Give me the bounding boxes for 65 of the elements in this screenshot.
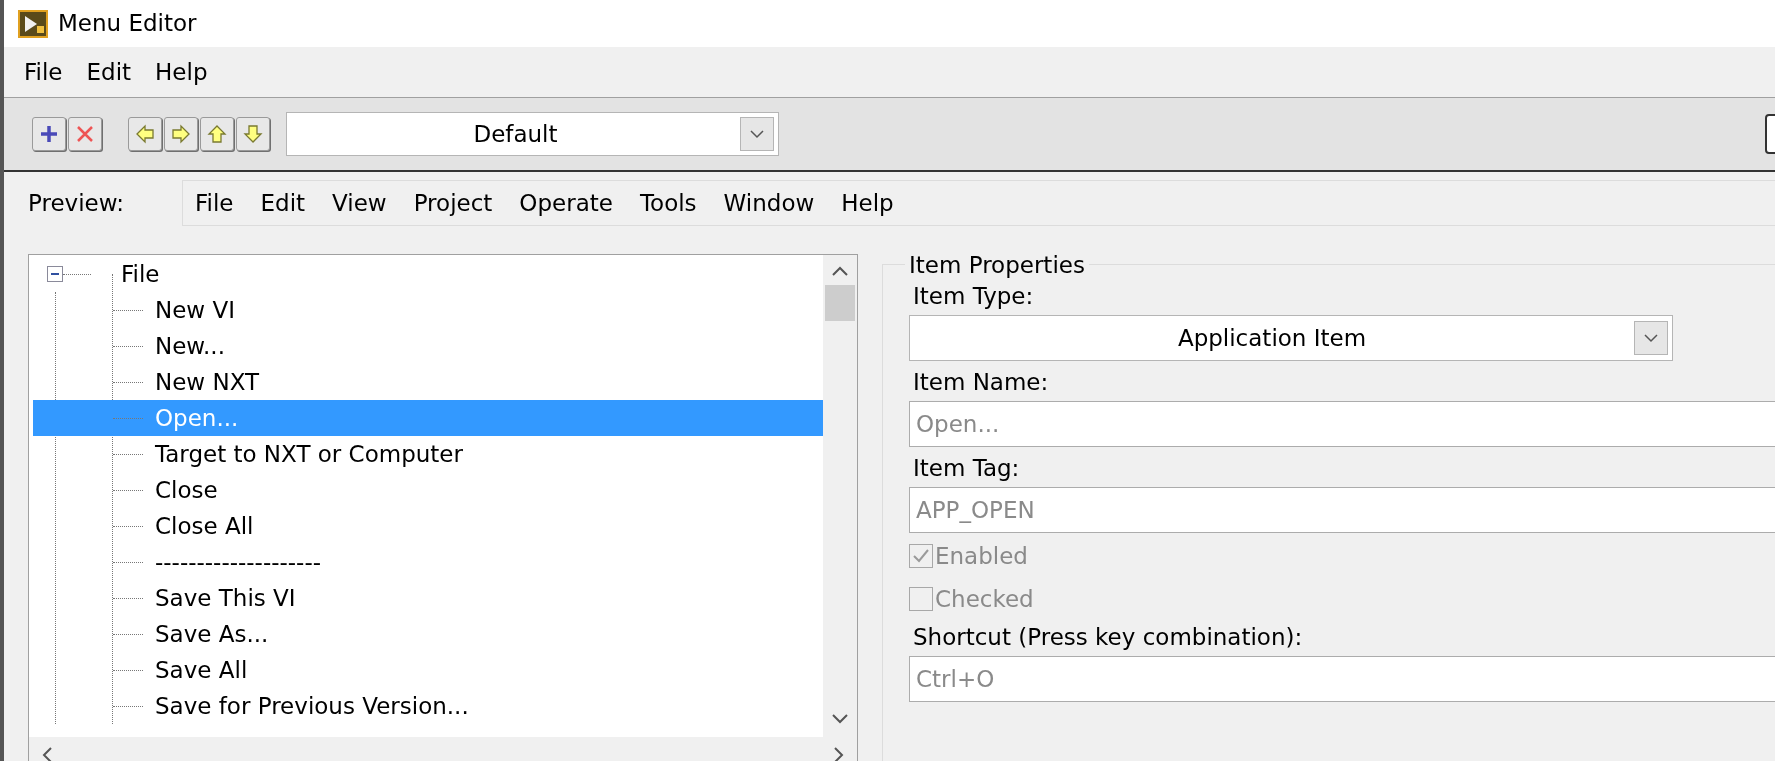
- menu-type-dropdown[interactable]: Default: [286, 112, 779, 156]
- preview-menu-item[interactable]: View: [332, 185, 387, 221]
- preview-menu-item[interactable]: Operate: [519, 185, 613, 221]
- menu-item[interactable]: Help: [155, 54, 208, 90]
- tree-item[interactable]: Close: [33, 472, 823, 508]
- checkbox-label: Enabled: [935, 542, 1028, 571]
- scroll-up-icon[interactable]: [831, 265, 849, 277]
- tree-item-label: New NXT: [155, 367, 260, 397]
- field-label: Shortcut (Press key combination):: [913, 623, 1304, 652]
- tree-item[interactable]: Save As...: [33, 616, 823, 652]
- plus-icon: [38, 123, 60, 145]
- move-left-button[interactable]: [128, 117, 162, 151]
- tree-item-label: New...: [155, 331, 225, 361]
- preview-menu-item[interactable]: Edit: [260, 185, 306, 221]
- field-label: Item Name:: [913, 368, 1050, 397]
- menu-item[interactable]: File: [24, 54, 63, 90]
- tree-item-label: Save This VI: [155, 583, 296, 613]
- move-down-button[interactable]: [236, 117, 270, 151]
- arrow-icon: [242, 123, 264, 145]
- preview-menu-item[interactable]: Window: [723, 185, 815, 221]
- tree-item[interactable]: Save This VI: [33, 580, 823, 616]
- collapse-icon[interactable]: [47, 266, 63, 282]
- scroll-left-icon[interactable]: [41, 746, 53, 761]
- checkbox-label: Checked: [935, 584, 1034, 614]
- move-up-button[interactable]: [200, 117, 234, 151]
- tree-item[interactable]: Save for Previous Version...: [33, 688, 823, 724]
- tree-item[interactable]: Save All: [33, 652, 823, 688]
- preview-menu-item[interactable]: Help: [841, 185, 894, 221]
- item-type-dropdown[interactable]: Application Item: [909, 315, 1673, 361]
- tree-item[interactable]: New VI: [33, 292, 823, 328]
- tree-item-label: New VI: [155, 295, 235, 325]
- scroll-down-icon[interactable]: [831, 713, 849, 725]
- tree-item-label: Close All: [155, 511, 254, 541]
- tree-item-label: Open...: [155, 403, 239, 433]
- tree-item[interactable]: Target to NXT or Computer: [33, 436, 823, 472]
- arrow-icon: [206, 123, 228, 145]
- tree-item[interactable]: --------------------: [33, 544, 823, 580]
- delete-button[interactable]: [68, 117, 102, 151]
- scroll-right-icon[interactable]: [833, 746, 845, 761]
- window-title: Menu Editor: [58, 9, 197, 39]
- add-button[interactable]: [32, 117, 66, 151]
- preview-menu-item[interactable]: File: [195, 185, 234, 221]
- vertical-scrollbar[interactable]: [823, 255, 857, 737]
- tree-item[interactable]: New...: [33, 328, 823, 364]
- app-icon: [18, 9, 48, 38]
- tree-item-label: Save As...: [155, 619, 269, 649]
- tree-item[interactable]: File: [33, 256, 823, 292]
- tree-item[interactable]: New NXT: [33, 364, 823, 400]
- tree-item-label: Close: [155, 475, 218, 505]
- preview-label: Preview:: [28, 188, 126, 218]
- tree-item-label: Save for Previous Version...: [155, 691, 469, 721]
- tree-item[interactable]: Close All: [33, 508, 823, 544]
- field-label: Item Type:: [913, 282, 1035, 311]
- arrow-icon: [170, 123, 192, 145]
- menu-item[interactable]: Edit: [86, 54, 132, 90]
- tree-item-label: Save All: [155, 655, 248, 685]
- scrollbar-thumb[interactable]: [825, 285, 855, 321]
- tree-item-label: --------------------: [155, 547, 321, 577]
- move-right-button[interactable]: [164, 117, 198, 151]
- field-label: Item Tag:: [913, 454, 1021, 483]
- preview-menu-item[interactable]: Tools: [639, 185, 697, 221]
- preview-menu-item[interactable]: Project: [413, 185, 493, 221]
- tree-item-label: File: [121, 259, 160, 289]
- arrow-icon: [134, 123, 156, 145]
- tree-item-label: Target to NXT or Computer: [155, 439, 463, 469]
